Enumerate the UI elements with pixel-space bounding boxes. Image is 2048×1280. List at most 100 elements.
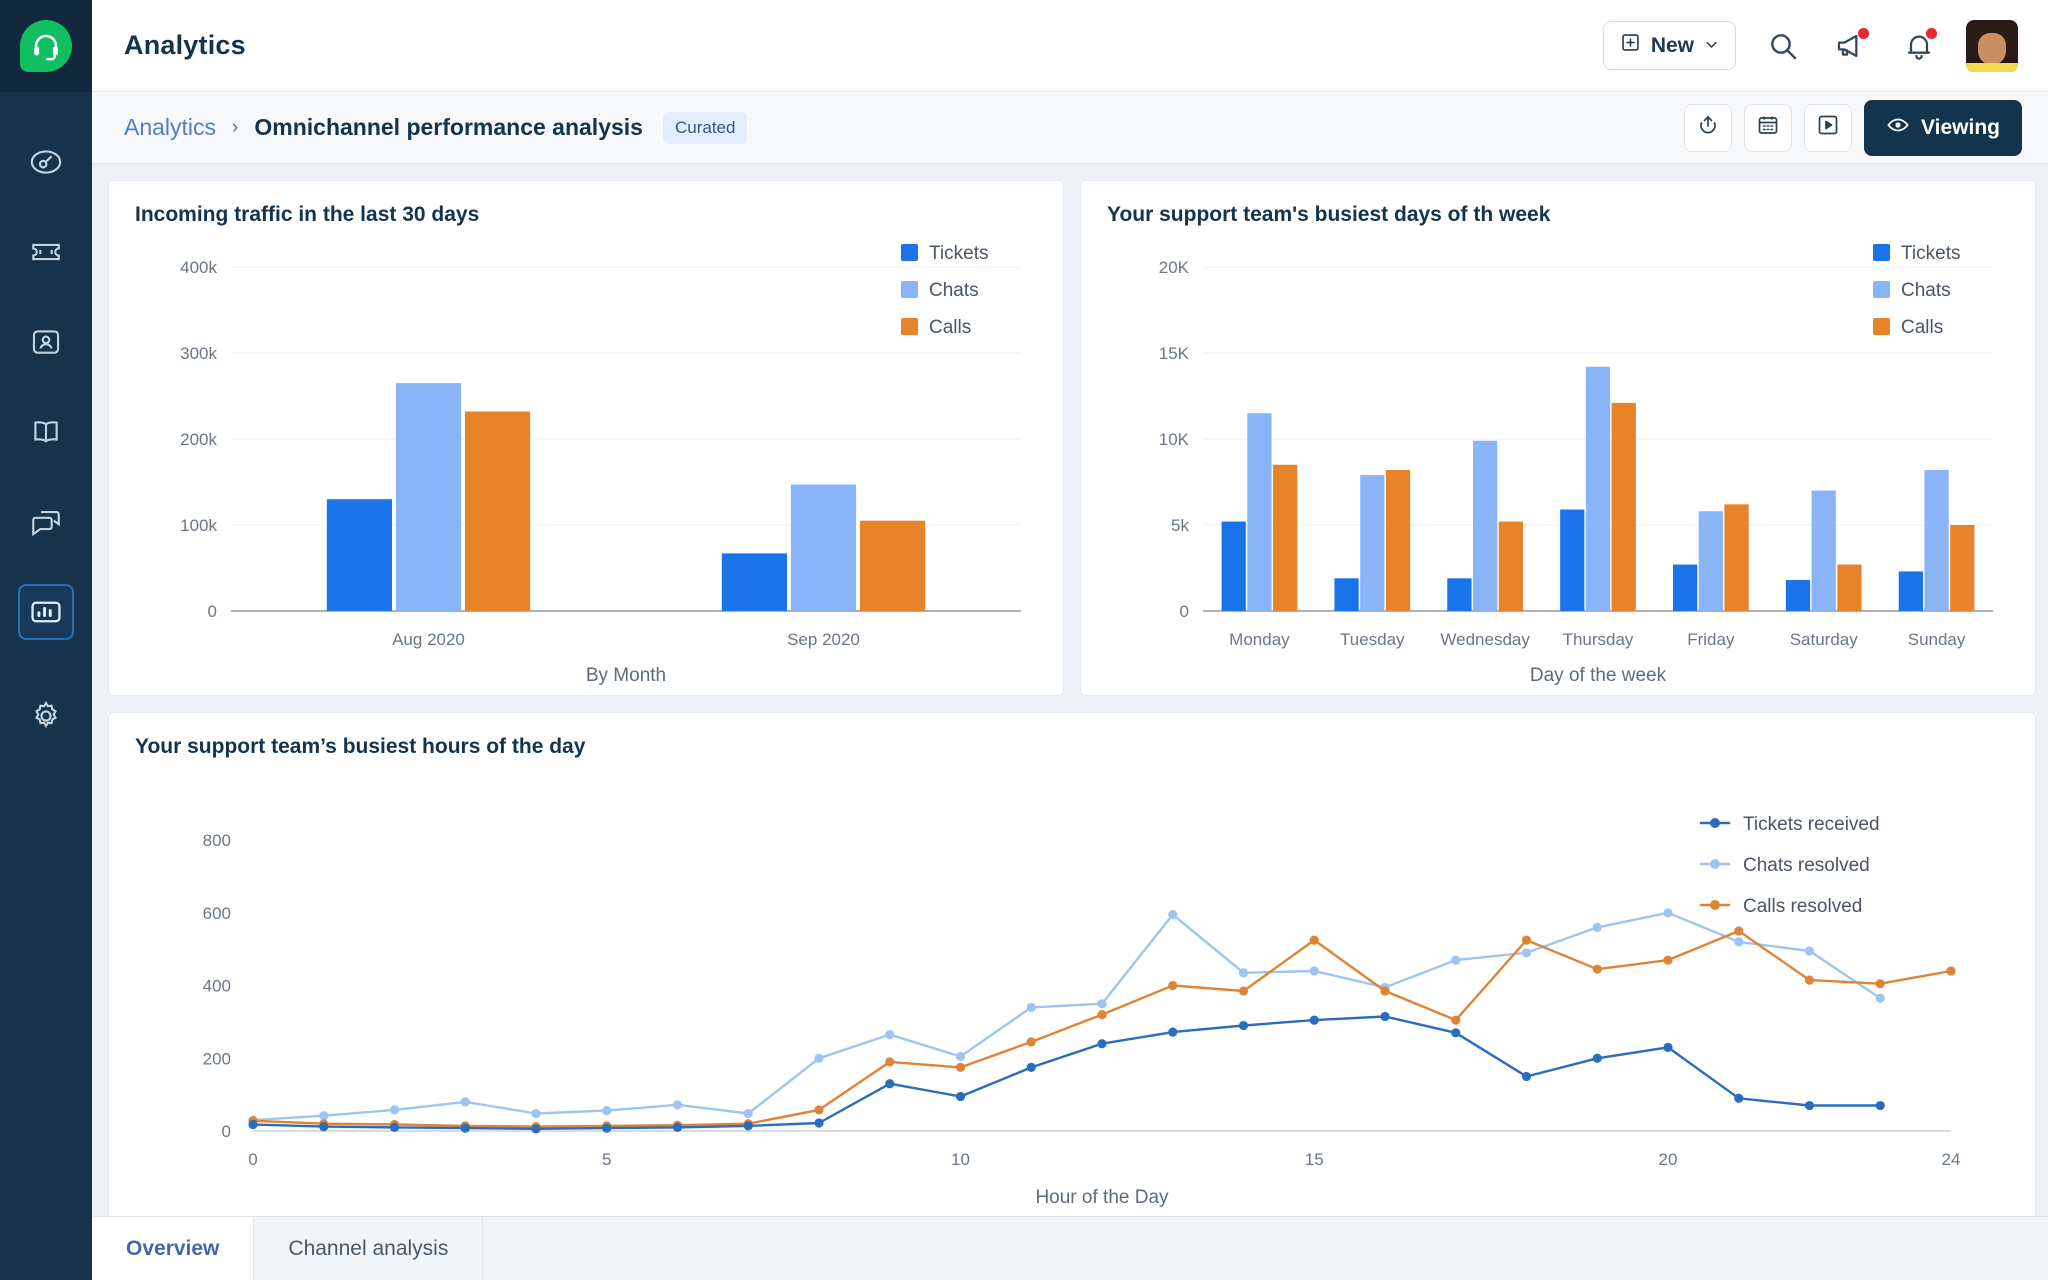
viewing-button[interactable]: Viewing bbox=[1864, 100, 2022, 156]
legend-swatch-1[interactable] bbox=[901, 281, 918, 298]
data-point-1-4[interactable] bbox=[531, 1109, 540, 1118]
data-point-2-8[interactable] bbox=[814, 1105, 823, 1114]
bar-tickets-1[interactable] bbox=[1334, 578, 1358, 611]
sidebar-item-chats[interactable] bbox=[18, 494, 74, 550]
bar-calls-6[interactable] bbox=[1950, 525, 1974, 611]
data-point-2-15[interactable] bbox=[1310, 935, 1319, 944]
sidebar-item-settings[interactable] bbox=[18, 688, 74, 744]
sidebar-item-contacts[interactable] bbox=[18, 314, 74, 370]
data-point-0-15[interactable] bbox=[1310, 1015, 1319, 1024]
data-point-0-18[interactable] bbox=[1522, 1072, 1531, 1081]
data-point-1-15[interactable] bbox=[1310, 966, 1319, 975]
data-point-2-12[interactable] bbox=[1097, 1010, 1106, 1019]
data-point-1-21[interactable] bbox=[1734, 937, 1743, 946]
sidebar-item-tickets[interactable] bbox=[18, 224, 74, 280]
bar-calls-2[interactable] bbox=[1499, 522, 1523, 611]
sidebar-item-dashboard[interactable] bbox=[18, 134, 74, 190]
data-point-2-13[interactable] bbox=[1168, 981, 1177, 990]
data-point-1-11[interactable] bbox=[1027, 1003, 1036, 1012]
bar-chats-5[interactable] bbox=[1812, 491, 1836, 611]
bell-icon[interactable] bbox=[1898, 25, 1940, 67]
data-point-0-5[interactable] bbox=[602, 1123, 611, 1132]
data-point-2-24[interactable] bbox=[1946, 966, 1955, 975]
bar-calls-5[interactable] bbox=[1837, 565, 1861, 611]
bar-chats-6[interactable] bbox=[1924, 470, 1948, 611]
data-point-0-13[interactable] bbox=[1168, 1027, 1177, 1036]
data-point-1-20[interactable] bbox=[1663, 908, 1672, 917]
data-point-1-1[interactable] bbox=[319, 1111, 328, 1120]
data-point-2-19[interactable] bbox=[1593, 965, 1602, 974]
data-point-1-14[interactable] bbox=[1239, 968, 1248, 977]
data-point-1-12[interactable] bbox=[1097, 999, 1106, 1008]
bar-tickets-6[interactable] bbox=[1899, 571, 1923, 611]
data-point-0-3[interactable] bbox=[461, 1123, 470, 1132]
legend-swatch-2[interactable] bbox=[901, 318, 918, 335]
data-point-0-21[interactable] bbox=[1734, 1094, 1743, 1103]
data-point-2-9[interactable] bbox=[885, 1057, 894, 1066]
bar-calls-0[interactable] bbox=[465, 411, 530, 611]
data-point-2-17[interactable] bbox=[1451, 1015, 1460, 1024]
bar-chats-1[interactable] bbox=[791, 485, 856, 611]
data-point-0-2[interactable] bbox=[390, 1123, 399, 1132]
data-point-1-9[interactable] bbox=[885, 1030, 894, 1039]
bar-calls-0[interactable] bbox=[1273, 465, 1297, 611]
legend-marker-0[interactable] bbox=[1710, 818, 1720, 828]
legend-swatch-0[interactable] bbox=[1873, 244, 1890, 261]
data-point-0-1[interactable] bbox=[319, 1122, 328, 1131]
bar-calls-1[interactable] bbox=[1386, 470, 1410, 611]
bar-tickets-4[interactable] bbox=[1673, 565, 1697, 611]
tab-channel-analysis[interactable]: Channel analysis bbox=[254, 1217, 483, 1280]
bar-chats-0[interactable] bbox=[396, 383, 461, 611]
legend-swatch-1[interactable] bbox=[1873, 281, 1890, 298]
bar-tickets-0[interactable] bbox=[327, 499, 392, 611]
avatar[interactable] bbox=[1966, 20, 2018, 72]
data-point-0-17[interactable] bbox=[1451, 1028, 1460, 1037]
data-point-0-7[interactable] bbox=[744, 1121, 753, 1130]
data-point-0-22[interactable] bbox=[1805, 1101, 1814, 1110]
data-point-0-14[interactable] bbox=[1239, 1021, 1248, 1030]
data-point-1-2[interactable] bbox=[390, 1105, 399, 1114]
data-point-2-11[interactable] bbox=[1027, 1037, 1036, 1046]
data-point-0-23[interactable] bbox=[1876, 1101, 1885, 1110]
legend-swatch-2[interactable] bbox=[1873, 318, 1890, 335]
data-point-0-6[interactable] bbox=[673, 1123, 682, 1132]
bar-tickets-0[interactable] bbox=[1222, 522, 1246, 611]
sidebar-item-knowledge-base[interactable] bbox=[18, 404, 74, 460]
legend-marker-1[interactable] bbox=[1710, 859, 1720, 869]
bar-calls-4[interactable] bbox=[1724, 504, 1748, 611]
schedule-button[interactable] bbox=[1744, 104, 1792, 152]
sidebar-item-analytics[interactable] bbox=[18, 584, 74, 640]
search-icon[interactable] bbox=[1762, 25, 1804, 67]
bar-chats-1[interactable] bbox=[1360, 475, 1384, 611]
headset-logo-icon[interactable] bbox=[20, 20, 72, 72]
data-point-2-20[interactable] bbox=[1663, 955, 1672, 964]
data-point-1-6[interactable] bbox=[673, 1100, 682, 1109]
data-point-2-22[interactable] bbox=[1805, 975, 1814, 984]
data-point-1-8[interactable] bbox=[814, 1054, 823, 1063]
data-point-2-23[interactable] bbox=[1876, 979, 1885, 988]
data-point-2-21[interactable] bbox=[1734, 926, 1743, 935]
data-point-1-5[interactable] bbox=[602, 1106, 611, 1115]
bar-tickets-1[interactable] bbox=[722, 553, 787, 611]
breadcrumb-root-link[interactable]: Analytics bbox=[124, 114, 216, 141]
data-point-1-23[interactable] bbox=[1876, 994, 1885, 1003]
data-point-0-0[interactable] bbox=[248, 1120, 257, 1129]
data-point-0-4[interactable] bbox=[531, 1124, 540, 1133]
data-point-0-11[interactable] bbox=[1027, 1063, 1036, 1072]
chart-incoming-traffic[interactable]: 0100k200k300k400kAug 2020Sep 2020By Mont… bbox=[135, 227, 1037, 689]
present-button[interactable] bbox=[1804, 104, 1852, 152]
bar-chats-4[interactable] bbox=[1699, 511, 1723, 611]
data-point-0-12[interactable] bbox=[1097, 1039, 1106, 1048]
data-point-0-9[interactable] bbox=[885, 1079, 894, 1088]
bar-calls-3[interactable] bbox=[1612, 403, 1636, 611]
data-point-2-10[interactable] bbox=[956, 1063, 965, 1072]
data-point-2-14[interactable] bbox=[1239, 986, 1248, 995]
bar-calls-1[interactable] bbox=[860, 521, 925, 611]
data-point-0-19[interactable] bbox=[1593, 1054, 1602, 1063]
data-point-1-17[interactable] bbox=[1451, 955, 1460, 964]
data-point-1-18[interactable] bbox=[1522, 948, 1531, 957]
data-point-1-19[interactable] bbox=[1593, 923, 1602, 932]
data-point-1-3[interactable] bbox=[461, 1097, 470, 1106]
data-point-1-22[interactable] bbox=[1805, 946, 1814, 955]
bar-tickets-2[interactable] bbox=[1447, 578, 1471, 611]
